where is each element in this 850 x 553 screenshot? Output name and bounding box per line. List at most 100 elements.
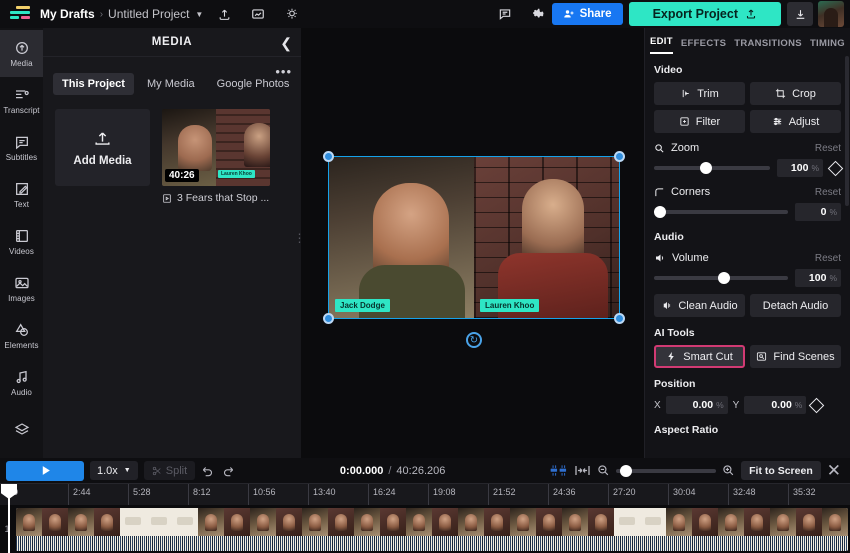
avatar[interactable] <box>818 1 844 27</box>
position-section-label: Position <box>654 378 841 390</box>
corners-slider[interactable] <box>654 210 788 214</box>
comment-icon[interactable] <box>492 3 518 25</box>
sidebar-item-transcript[interactable]: Transcript <box>0 77 43 124</box>
position-y-input[interactable]: 0.00 % <box>744 396 806 414</box>
playback-toolbar: 1.0x ▼ Split 0:00.000 / 40:26.206 <box>0 458 850 483</box>
audio-section-label: Audio <box>654 231 841 243</box>
volume-value-input[interactable]: 100 % <box>795 269 841 287</box>
chevron-left-icon[interactable]: ❮ <box>280 35 292 52</box>
adjust-button[interactable]: Adjust <box>750 110 841 133</box>
add-media-button[interactable]: Add Media <box>55 109 150 186</box>
corners-value-input[interactable]: 0 % <box>795 203 841 221</box>
sidebar-item-images[interactable]: Images <box>0 265 43 312</box>
speaker-name-tag-left: Jack Dodge <box>335 299 390 312</box>
descript-logo-icon[interactable] <box>10 6 32 22</box>
zoom-slider[interactable] <box>654 166 770 170</box>
ruler-tick: 30:04 <box>668 484 696 506</box>
timeline-tracks: 1 <box>0 505 850 553</box>
keyframe-diamond-icon[interactable] <box>809 397 825 413</box>
smart-cut-label: Smart Cut <box>683 351 733 363</box>
play-button[interactable] <box>6 461 84 481</box>
tab-this-project[interactable]: This Project <box>53 73 134 95</box>
presentation-icon[interactable] <box>245 3 271 25</box>
add-media-label: Add Media <box>73 155 131 167</box>
sidebar-item-elements[interactable]: Elements <box>0 312 43 359</box>
close-icon[interactable]: ✕ <box>827 461 841 481</box>
fit-to-screen-button[interactable]: Fit to Screen <box>741 461 821 480</box>
sidebar-item-audio[interactable]: Audio <box>0 359 43 406</box>
volume-slider[interactable] <box>654 276 788 280</box>
ruler-tick: 35:32 <box>788 484 816 506</box>
media-panel: MEDIA ❮ ••• This Project My Media Google… <box>43 28 301 458</box>
redo-icon[interactable] <box>221 464 235 478</box>
video-preview[interactable]: Jack Dodge Lauren Khoo ↻ <box>301 28 644 458</box>
tab-my-media[interactable]: My Media <box>138 73 204 95</box>
sidebar-item-layers[interactable] <box>0 406 43 453</box>
scissors-icon <box>152 466 162 476</box>
export-project-label: Export Project <box>653 7 738 21</box>
playhead[interactable] <box>8 484 10 553</box>
volume-reset-button[interactable]: Reset <box>815 253 841 264</box>
resize-handle-bottom-right[interactable] <box>614 313 625 324</box>
find-scenes-button[interactable]: Find Scenes <box>750 345 841 368</box>
chevron-down-icon[interactable]: ▼ <box>195 10 203 19</box>
media-asset-caption: 3 Fears that Stop ... <box>162 192 270 204</box>
current-time: 0:00.000 <box>340 465 383 477</box>
share-button[interactable]: Share <box>552 3 623 25</box>
properties-scrollbar[interactable] <box>845 56 849 206</box>
smart-cut-button[interactable]: Smart Cut <box>654 345 745 368</box>
position-inputs: X 0.00 % Y 0.00 % <box>654 396 841 414</box>
tab-effects[interactable]: EFFECTS <box>681 38 726 54</box>
zoom-out-icon[interactable] <box>597 464 610 477</box>
sidebar-item-videos[interactable]: Videos <box>0 218 43 265</box>
sidebar-item-text[interactable]: Text <box>0 171 43 218</box>
trim-button[interactable]: Trim <box>654 82 745 105</box>
corners-reset-button[interactable]: Reset <box>815 187 841 198</box>
ruler-tick: 2:44 <box>68 484 91 506</box>
timeline-zoom-slider[interactable] <box>616 469 716 473</box>
waveform-toggle-icon[interactable] <box>550 464 568 477</box>
rotate-handle-icon[interactable]: ↻ <box>466 332 482 348</box>
corners-label: Corners <box>671 186 710 198</box>
tab-transitions[interactable]: TRANSITIONS <box>734 38 802 54</box>
position-x-input[interactable]: 0.00 % <box>666 396 728 414</box>
clip-audio-waveform <box>16 536 848 551</box>
tab-edit[interactable]: EDIT <box>650 36 673 54</box>
detach-audio-button[interactable]: Detach Audio <box>750 294 841 317</box>
keyframe-diamond-icon[interactable] <box>828 160 844 176</box>
zoom-value: 100 <box>791 162 809 174</box>
preview-left-speaker: Jack Dodge <box>329 157 474 318</box>
zoom-value-input[interactable]: 100 % <box>777 159 823 177</box>
split-button[interactable]: Split <box>144 461 195 480</box>
find-scenes-label: Find Scenes <box>773 351 834 363</box>
gear-icon[interactable] <box>526 3 552 25</box>
lightbulb-icon[interactable] <box>279 3 305 25</box>
filter-button[interactable]: Filter <box>654 110 745 133</box>
zoom-in-icon[interactable] <box>722 464 735 477</box>
download-button[interactable] <box>787 2 813 26</box>
resize-handle-bottom-left[interactable] <box>323 313 334 324</box>
breadcrumb-project-name[interactable]: Untitled Project <box>108 7 189 21</box>
timeline-clip[interactable] <box>16 508 848 551</box>
detach-audio-label: Detach Audio <box>763 300 828 312</box>
tab-timing[interactable]: TIMING <box>810 38 845 54</box>
clean-audio-button[interactable]: Clean Audio <box>654 294 745 317</box>
zoom-reset-button[interactable]: Reset <box>815 143 841 154</box>
timeline-ruler[interactable]: 0 2:44 5:28 8:12 10:56 13:40 16:24 19:08… <box>0 483 850 505</box>
playback-speed-selector[interactable]: 1.0x ▼ <box>90 461 138 480</box>
preview-selection-frame[interactable]: Jack Dodge Lauren Khoo ↻ <box>328 156 620 319</box>
sidebar-item-media[interactable]: Media <box>0 30 43 77</box>
export-project-button[interactable]: Export Project <box>629 2 781 26</box>
media-asset-card[interactable]: 40:26 Lauren Khoo 3 Fears that Stop ... <box>162 109 270 204</box>
more-options-icon[interactable]: ••• <box>275 64 292 79</box>
resize-handle-top-left[interactable] <box>323 151 334 162</box>
sidebar-item-subtitles[interactable]: Subtitles <box>0 124 43 171</box>
share-upload-icon[interactable] <box>211 3 237 25</box>
crop-button[interactable]: Crop <box>750 82 841 105</box>
breadcrumb-my-drafts[interactable]: My Drafts <box>40 7 95 21</box>
undo-icon[interactable] <box>201 464 215 478</box>
fit-selection-icon[interactable] <box>574 464 591 477</box>
resize-handle-top-right[interactable] <box>614 151 625 162</box>
media-tabs: This Project My Media Google Photos <box>43 57 301 95</box>
media-panel-title: MEDIA <box>152 36 193 48</box>
